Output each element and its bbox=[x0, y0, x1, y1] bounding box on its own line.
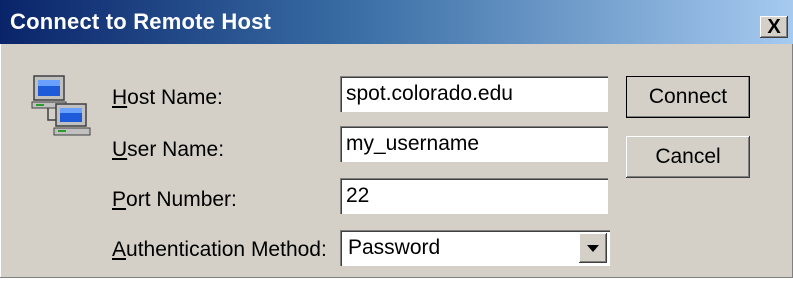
connect-button[interactable]: Connect bbox=[626, 76, 750, 118]
port-number-field[interactable]: 22 bbox=[340, 178, 608, 214]
title-bar[interactable]: Connect to Remote Host X bbox=[0, 0, 793, 44]
authentication-method-select[interactable]: Password bbox=[340, 230, 610, 266]
close-button[interactable]: X bbox=[760, 16, 788, 38]
chevron-down-icon[interactable] bbox=[579, 233, 607, 263]
close-icon: X bbox=[767, 16, 781, 38]
authentication-method-value: Password bbox=[348, 236, 441, 259]
cancel-button[interactable]: Cancel bbox=[626, 136, 750, 178]
user-name-field[interactable]: my_username bbox=[340, 126, 608, 162]
window-title: Connect to Remote Host bbox=[10, 9, 272, 34]
connect-dialog: Connect to Remote Host X Host Name: User… bbox=[0, 0, 793, 278]
authentication-method-label: Authentication Method: bbox=[112, 238, 327, 261]
host-name-label: Host Name: bbox=[112, 86, 223, 109]
port-number-label: Port Number: bbox=[112, 188, 237, 211]
user-name-label: User Name: bbox=[112, 138, 225, 161]
host-name-field[interactable]: spot.colorado.edu bbox=[340, 76, 608, 112]
network-computers-icon bbox=[31, 75, 91, 136]
